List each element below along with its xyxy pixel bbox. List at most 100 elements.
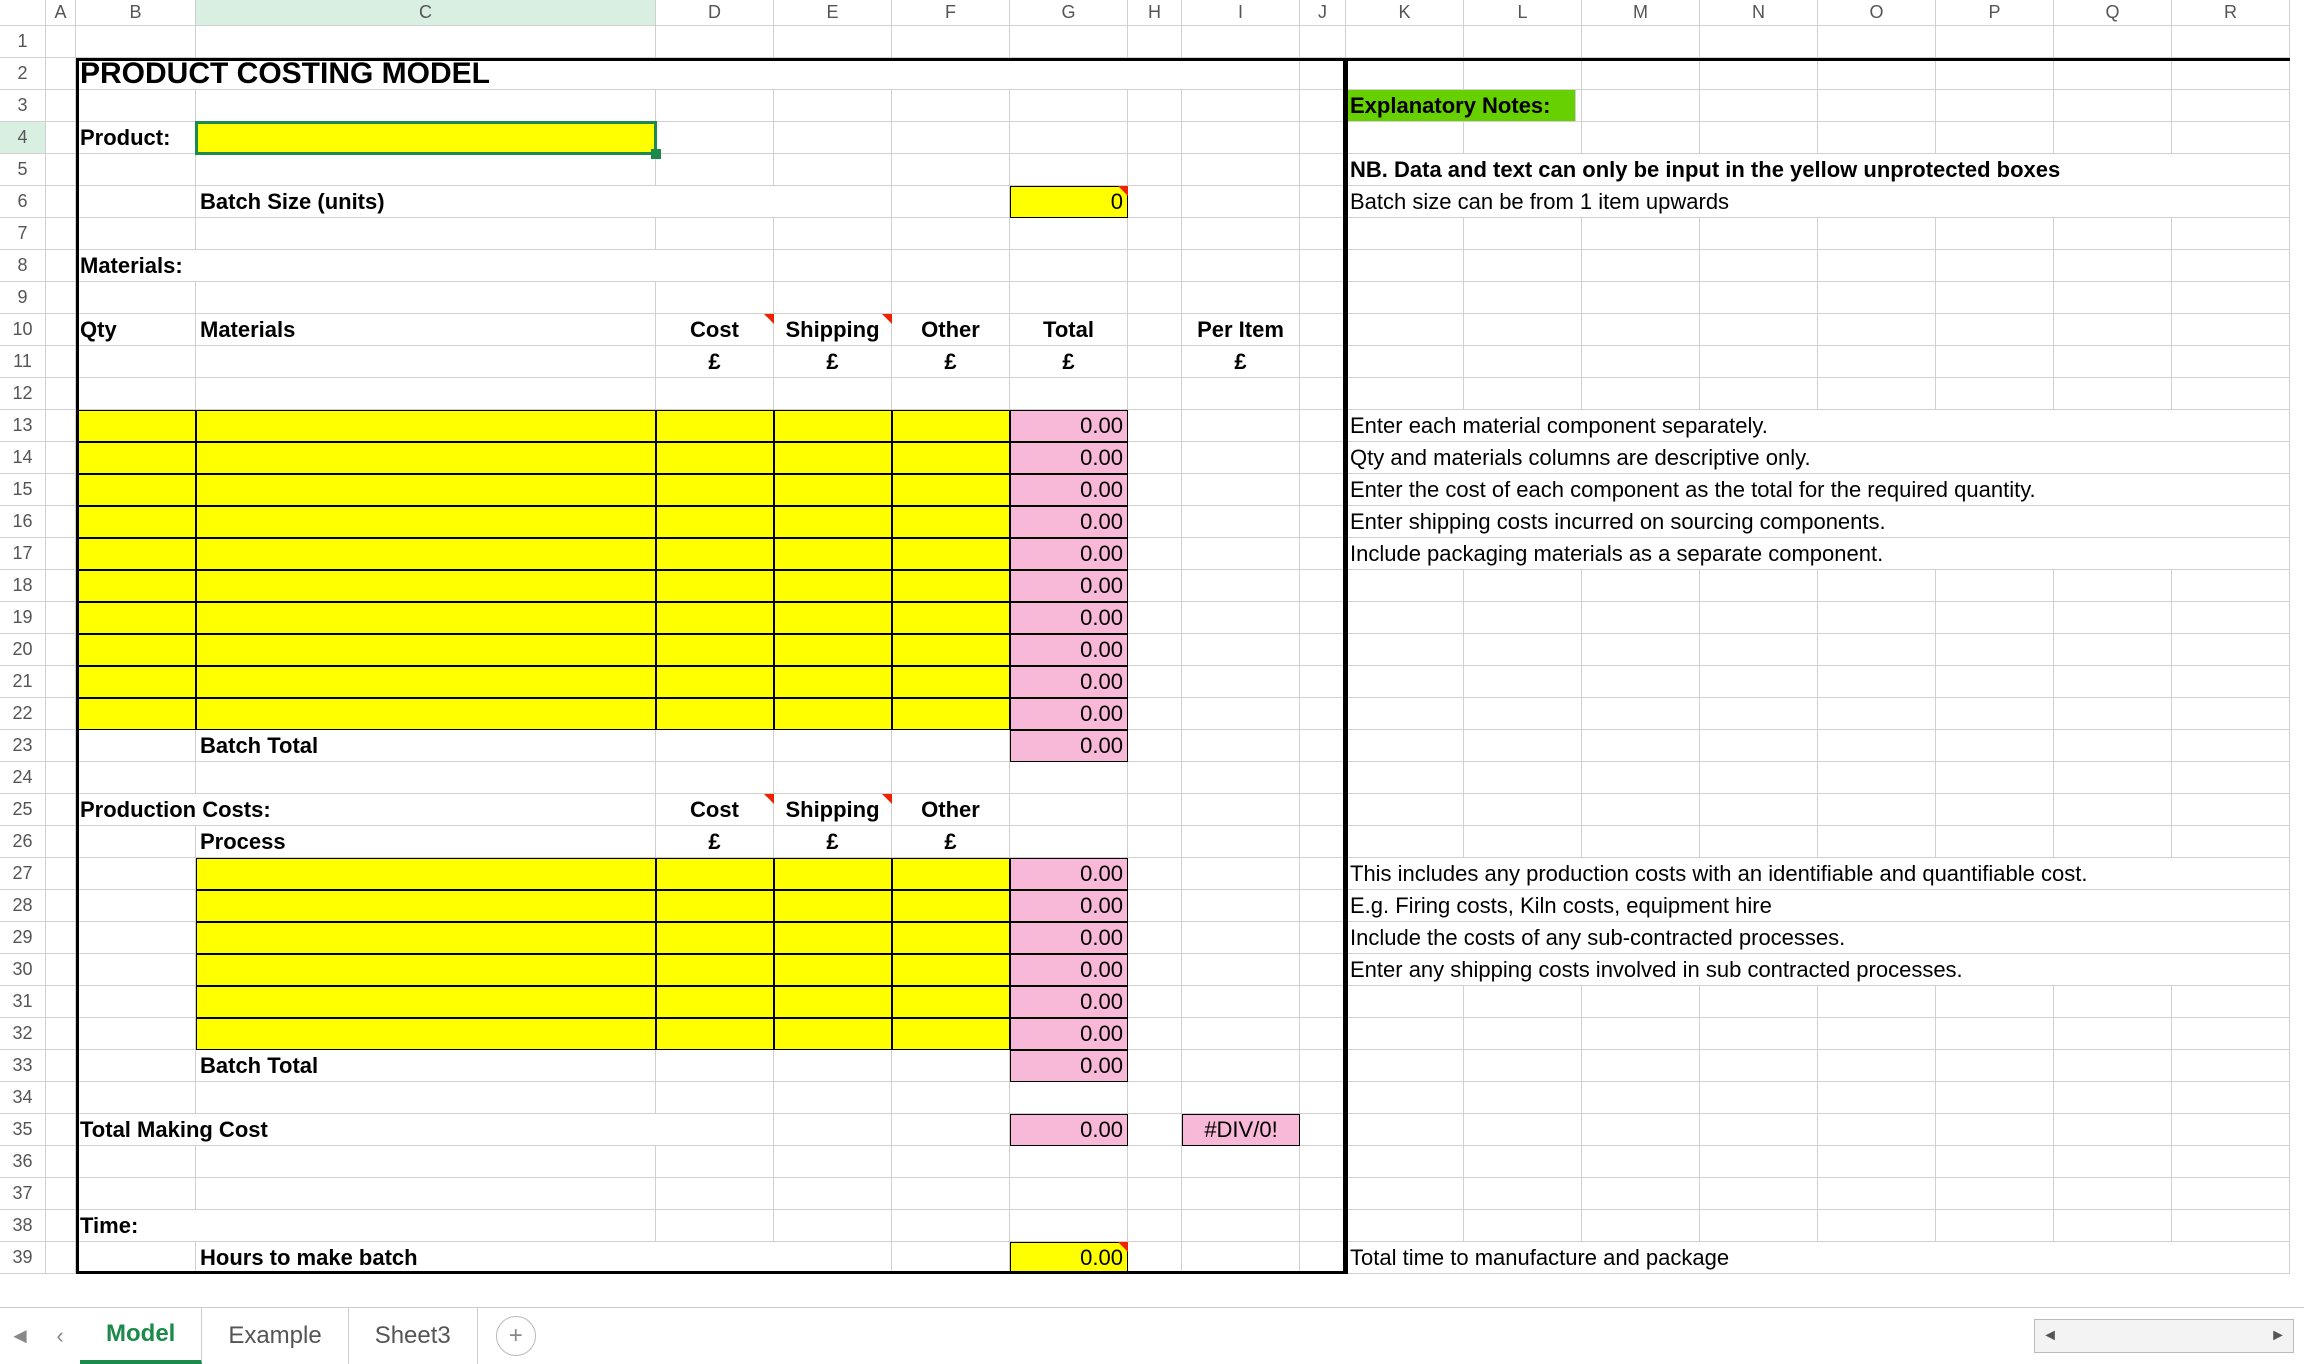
cell[interactable]: [2172, 1210, 2290, 1242]
cell[interactable]: [1182, 762, 1300, 794]
cell[interactable]: [76, 762, 196, 794]
cell[interactable]: [46, 794, 76, 826]
cell[interactable]: [2054, 602, 2172, 634]
cell[interactable]: [2172, 986, 2290, 1018]
cell[interactable]: [1300, 890, 1346, 922]
row-header-19[interactable]: 19: [0, 602, 46, 634]
cell[interactable]: [46, 410, 76, 442]
row-header-25[interactable]: 25: [0, 794, 46, 826]
cell[interactable]: [46, 986, 76, 1018]
sheet-tab-example[interactable]: Example: [202, 1308, 348, 1364]
cell[interactable]: [774, 378, 892, 410]
select-all-corner[interactable]: [0, 0, 46, 26]
cell[interactable]: [1300, 730, 1346, 762]
cell[interactable]: [1128, 1018, 1182, 1050]
cell[interactable]: [774, 1082, 892, 1114]
row-header-38[interactable]: 38: [0, 1210, 46, 1242]
cell[interactable]: [46, 634, 76, 666]
cell[interactable]: [774, 762, 892, 794]
cell[interactable]: [2054, 730, 2172, 762]
cell[interactable]: [1346, 602, 1464, 634]
cell[interactable]: [1300, 858, 1346, 890]
cell[interactable]: [2054, 58, 2172, 90]
cell[interactable]: [774, 730, 892, 762]
input-other[interactable]: [892, 698, 1010, 730]
col-header-D[interactable]: D: [656, 0, 774, 26]
cell[interactable]: [892, 1146, 1010, 1178]
cell[interactable]: [1582, 58, 1700, 90]
sheet-tab-model[interactable]: Model: [80, 1308, 202, 1364]
cell[interactable]: [196, 1146, 656, 1178]
cell[interactable]: [46, 282, 76, 314]
cell[interactable]: [1936, 698, 2054, 730]
cell[interactable]: [1464, 1114, 1582, 1146]
cell[interactable]: [1818, 58, 1936, 90]
add-sheet-button[interactable]: +: [496, 1316, 536, 1356]
cell[interactable]: [1128, 346, 1182, 378]
cell[interactable]: [1700, 26, 1818, 58]
input-shipping[interactable]: [774, 666, 892, 698]
cell[interactable]: [1700, 634, 1818, 666]
cell[interactable]: [196, 762, 656, 794]
input-other[interactable]: [892, 570, 1010, 602]
cell[interactable]: [2172, 250, 2290, 282]
cell[interactable]: [46, 506, 76, 538]
cell[interactable]: [774, 1114, 892, 1146]
cell[interactable]: [1818, 122, 1936, 154]
cell[interactable]: [2054, 794, 2172, 826]
cell[interactable]: [2054, 1050, 2172, 1082]
comment-indicator-icon[interactable]: [764, 314, 774, 324]
cell[interactable]: [2172, 634, 2290, 666]
cell[interactable]: [1464, 602, 1582, 634]
cell[interactable]: [2172, 794, 2290, 826]
cell[interactable]: [2172, 58, 2290, 90]
row-header-21[interactable]: 21: [0, 666, 46, 698]
cell[interactable]: [1182, 986, 1300, 1018]
col-header-G[interactable]: G: [1010, 0, 1128, 26]
cell[interactable]: [2172, 762, 2290, 794]
cell[interactable]: [196, 378, 656, 410]
cell[interactable]: [196, 90, 656, 122]
input-cost[interactable]: [656, 474, 774, 506]
cell[interactable]: [1464, 826, 1582, 858]
cell[interactable]: [1182, 1242, 1300, 1274]
col-header-B[interactable]: B: [76, 0, 196, 26]
cell[interactable]: [1128, 762, 1182, 794]
cell[interactable]: [1128, 314, 1182, 346]
cell[interactable]: [1010, 122, 1128, 154]
input-process-other[interactable]: [892, 954, 1010, 986]
cell[interactable]: [1818, 250, 1936, 282]
cell[interactable]: [1182, 730, 1300, 762]
cell[interactable]: [46, 58, 76, 90]
cell[interactable]: [1818, 986, 1936, 1018]
cell[interactable]: [1464, 634, 1582, 666]
input-cost[interactable]: [656, 634, 774, 666]
cell[interactable]: [1010, 762, 1128, 794]
row-header-31[interactable]: 31: [0, 986, 46, 1018]
cell[interactable]: [46, 474, 76, 506]
cell[interactable]: [1936, 122, 2054, 154]
row-header-16[interactable]: 16: [0, 506, 46, 538]
cell[interactable]: [76, 218, 196, 250]
comment-indicator-icon[interactable]: [1118, 186, 1128, 196]
cell[interactable]: [1818, 1050, 1936, 1082]
cell[interactable]: [1700, 90, 1818, 122]
col-header-Q[interactable]: Q: [2054, 0, 2172, 26]
row-header-3[interactable]: 3: [0, 90, 46, 122]
input-shipping[interactable]: [774, 474, 892, 506]
cell[interactable]: [1582, 602, 1700, 634]
input-other[interactable]: [892, 506, 1010, 538]
row-header-9[interactable]: 9: [0, 282, 46, 314]
cell[interactable]: [1582, 250, 1700, 282]
cell[interactable]: [1128, 26, 1182, 58]
row-header-36[interactable]: 36: [0, 1146, 46, 1178]
input-cost[interactable]: [656, 538, 774, 570]
input-qty[interactable]: [76, 474, 196, 506]
cell[interactable]: [1300, 666, 1346, 698]
cell[interactable]: [1128, 666, 1182, 698]
input-shipping[interactable]: [774, 634, 892, 666]
cell[interactable]: [656, 378, 774, 410]
cell[interactable]: [1128, 698, 1182, 730]
cell[interactable]: [1700, 1082, 1818, 1114]
cell[interactable]: [892, 762, 1010, 794]
